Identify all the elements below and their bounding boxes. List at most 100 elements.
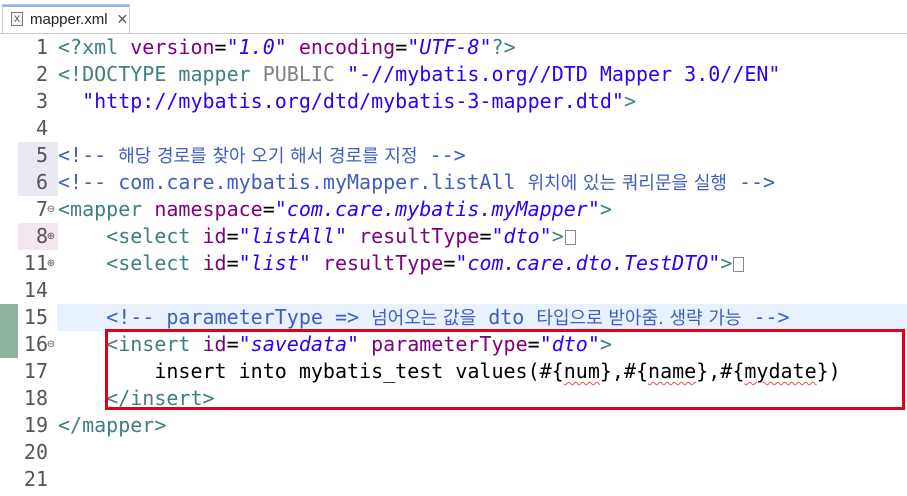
folded-block-icon[interactable]: [564, 230, 576, 245]
code-token: name: [648, 359, 697, 383]
code-token: id: [202, 251, 227, 275]
code-token: =: [395, 35, 408, 59]
code-token: 해당 경로를 찾아 오기 해서 경로를 지정: [118, 146, 418, 167]
code-token: PUBLIC: [262, 62, 347, 86]
line-number: 20: [23, 440, 48, 464]
code-token: "com.care.dto.TestDTO": [455, 251, 721, 275]
code-text: <!-- parameterType => 넘어오는 값을 dto 타입으로 받…: [58, 304, 790, 331]
code-text: <insert id="savedata" parameterType="dto…: [58, 331, 612, 358]
editor-tab-bar: X mapper.xml ✕: [0, 0, 907, 34]
code-token: insert into mybatis_test values(#{: [58, 359, 564, 383]
code-line[interactable]: 11 ⊕ <select id="list" resultType="com.ca…: [0, 250, 907, 277]
code-token: namespace: [154, 197, 263, 221]
line-number: 4: [35, 116, 48, 140]
code-text: <!-- 해당 경로를 찾아 오기 해서 경로를 지정 -->: [58, 142, 466, 169]
code-token: 위치에 있는 쿼리문을 실행: [527, 173, 727, 194]
code-line[interactable]: 15 <!-- parameterType => 넘어오는 값을 dto 타입으…: [0, 304, 907, 331]
code-text: <!-- com.care.mybatis.myMapper.listAll 위…: [58, 169, 775, 196]
code-text: <select id="listAll" resultType="dto">: [58, 223, 576, 250]
expand-icon[interactable]: ⊕: [45, 250, 57, 277]
folded-block-icon[interactable]: [733, 257, 745, 272]
code-token: =: [226, 251, 239, 275]
tab-title: mapper.xml: [30, 10, 108, 28]
code-token: </insert>: [58, 386, 215, 410]
code-token: <select: [58, 224, 203, 248]
code-line[interactable]: 7 ⊖ <mapper namespace="com.care.mybatis.my…: [0, 196, 907, 223]
tab-mapper-xml[interactable]: X mapper.xml ✕: [2, 4, 130, 33]
code-line[interactable]: 21: [0, 466, 907, 493]
code-token: resultType: [347, 224, 480, 248]
code-token: resultType: [310, 251, 444, 275]
code-token: <mapper: [58, 197, 155, 221]
line-number: 14: [23, 278, 48, 302]
xml-file-icon: X: [11, 12, 23, 26]
code-token: -->: [417, 143, 466, 167]
code-text: <!DOCTYPE mapper PUBLIC "-//mybatis.org/…: [58, 61, 780, 88]
line-number: 7: [35, 197, 48, 221]
code-line[interactable]: 3 "http://mybatis.org/dtd/mybatis-3-mapp…: [0, 88, 907, 115]
code-token: "listAll": [238, 224, 348, 248]
code-token: ?>: [491, 35, 516, 59]
code-token: "UTF-8": [407, 35, 492, 59]
code-token: </mapper>: [58, 413, 167, 437]
code-line[interactable]: 8 ⊕ <select id="listAll" resultType="dto"…: [0, 223, 907, 250]
code-line[interactable]: 17 insert into mybatis_test values(#{num…: [0, 358, 907, 385]
code-token: =: [226, 332, 239, 356]
code-token: "dto": [491, 224, 552, 248]
code-token: =: [262, 197, 275, 221]
code-token: =: [226, 224, 239, 248]
collapse-icon[interactable]: ⊖: [45, 331, 57, 358]
line-number: 17: [23, 359, 48, 383]
code-token: >: [623, 89, 636, 113]
code-line[interactable]: 19 </mapper>: [0, 412, 907, 439]
expand-icon[interactable]: ⊕: [45, 223, 57, 250]
collapse-icon[interactable]: ⊖: [45, 196, 57, 223]
code-line[interactable]: 4: [0, 115, 907, 142]
code-token: <select: [58, 251, 203, 275]
active-tab-indicator: [3, 5, 129, 7]
code-token: 타입으로 받아줌. 생략 가능: [536, 308, 742, 329]
line-number: 11: [23, 251, 48, 275]
code-token: },#{: [696, 359, 745, 383]
code-text: </insert>: [58, 385, 215, 412]
code-token: -->: [726, 170, 776, 194]
line-number: 3: [35, 89, 48, 113]
code-token: dto: [476, 305, 537, 329]
code-token: <!--: [58, 143, 119, 167]
code-token: },#{: [599, 359, 649, 383]
code-token: "1.0": [226, 35, 287, 59]
line-number: 1: [35, 35, 48, 59]
code-text: <?xml version="1.0" encoding="UTF-8"?>: [58, 34, 516, 61]
code-line[interactable]: 14: [0, 277, 907, 304]
code-token: 넘어오는 값을: [371, 308, 477, 329]
line-number: 8: [35, 224, 48, 248]
code-text: <select id="list" resultType="com.care.d…: [58, 250, 745, 277]
code-token: parameterType: [359, 332, 528, 356]
code-line[interactable]: 6 <!-- com.care.mybatis.myMapper.listAll …: [0, 169, 907, 196]
code-line[interactable]: 2 <!DOCTYPE mapper PUBLIC "-//mybatis.org…: [0, 61, 907, 88]
code-token: "list": [238, 251, 311, 275]
code-line[interactable]: 1 <?xml version="1.0" encoding="UTF-8"?>: [0, 34, 907, 61]
code-token: >: [599, 332, 612, 356]
code-token: <insert: [58, 332, 203, 356]
code-line[interactable]: 18 </insert>: [0, 385, 907, 412]
code-token: <!DOCTYPE mapper: [58, 62, 263, 86]
code-token: "http://mybatis.org/dtd/mybatis-3-mapper…: [58, 89, 624, 113]
line-number: 18: [23, 386, 48, 410]
line-number: 19: [23, 413, 48, 437]
code-line[interactable]: 16 ⊖ <insert id="savedata" parameterType=…: [0, 331, 907, 358]
line-number: 21: [23, 467, 48, 491]
code-token: =: [527, 332, 540, 356]
code-token: <?xml: [58, 35, 131, 59]
code-text: <mapper namespace="com.care.mybatis.myMa…: [58, 196, 612, 223]
code-text: insert into mybatis_test values(#{num},#…: [58, 358, 840, 385]
code-line[interactable]: 5 <!-- 해당 경로를 찾아 오기 해서 경로를 지정 -->: [0, 142, 907, 169]
code-token: -->: [741, 305, 790, 329]
code-editor[interactable]: 1 <?xml version="1.0" encoding="UTF-8"?> 2…: [0, 34, 907, 496]
code-token: =: [214, 35, 227, 59]
code-token: =: [479, 224, 492, 248]
code-token: "com.care.mybatis.myMapper": [274, 197, 600, 221]
line-number: 5: [35, 143, 48, 167]
close-tab-icon[interactable]: ✕: [117, 11, 129, 28]
code-line[interactable]: 20: [0, 439, 907, 466]
